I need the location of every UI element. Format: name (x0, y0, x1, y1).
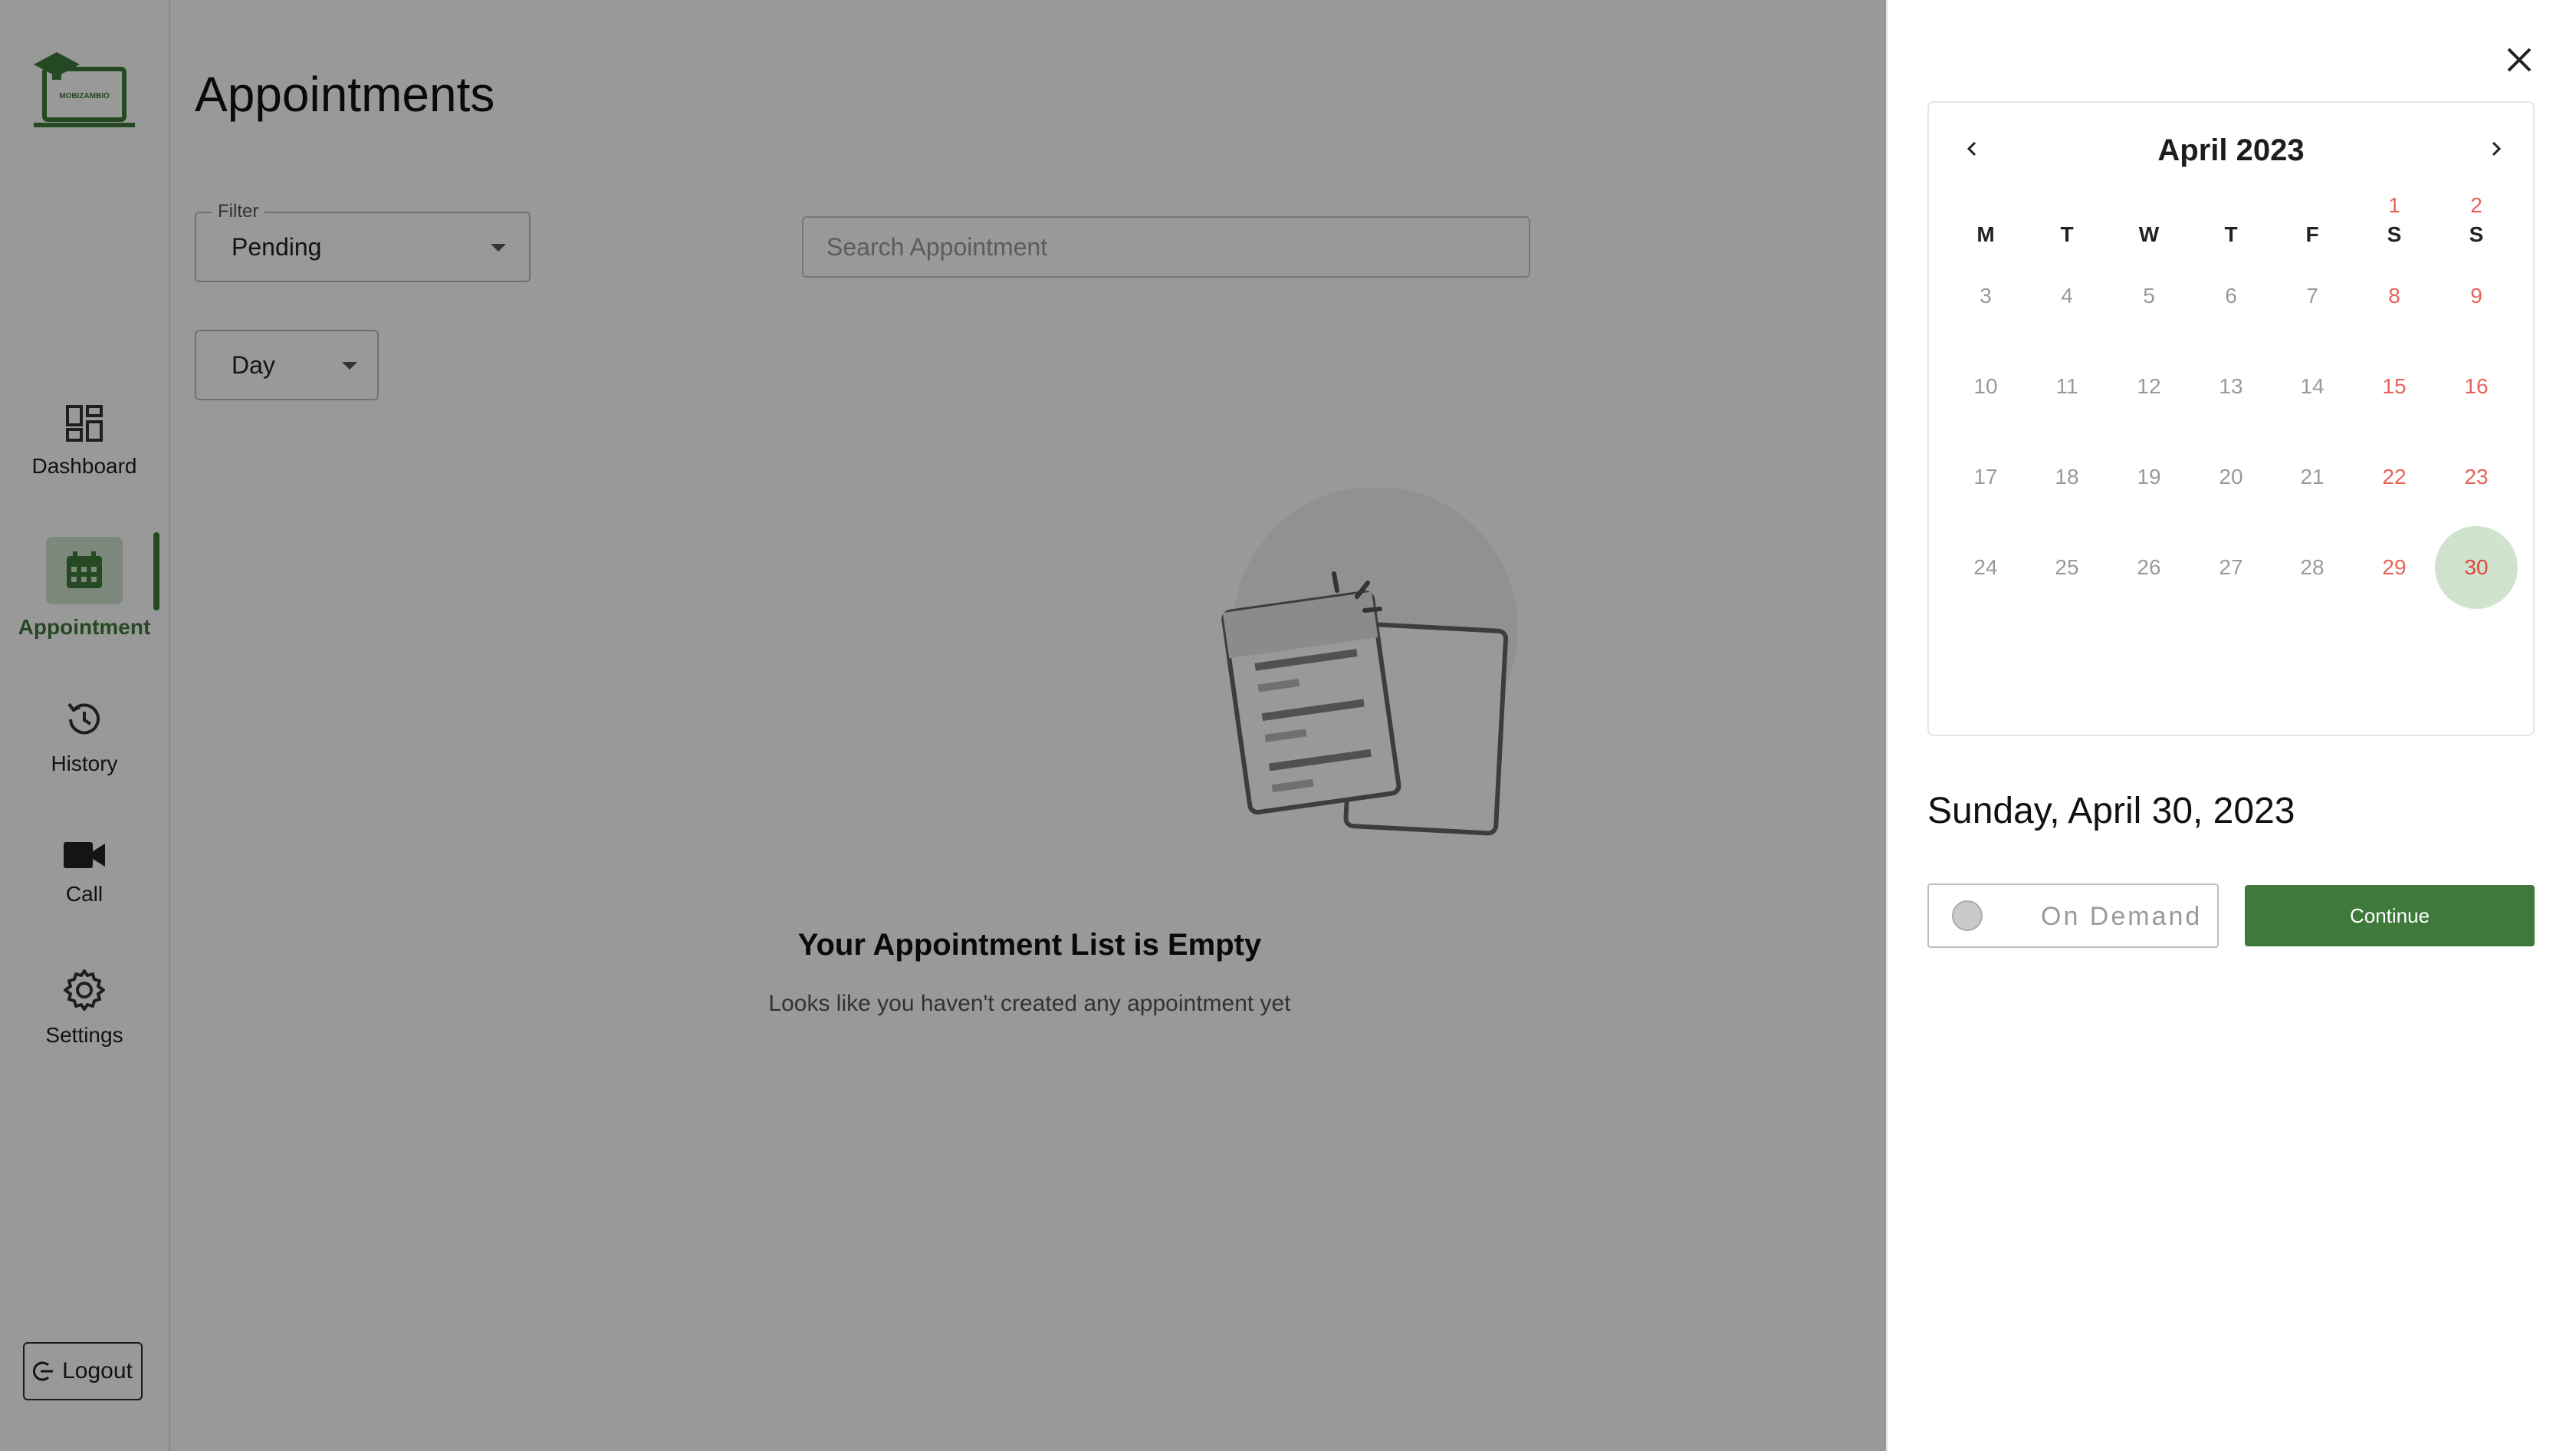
calendar-day[interactable]: 15 (2353, 345, 2436, 428)
calendar-day[interactable]: 25 (2026, 526, 2108, 609)
calendar-day[interactable]: 10 (1944, 345, 2027, 428)
close-button[interactable] (2498, 38, 2541, 81)
on-demand-toggle[interactable]: On Demand (1927, 883, 2219, 948)
app-root: MOBIZAMBIO Dashboard Appointment History… (0, 0, 2576, 1451)
calendar-day[interactable]: 27 (2190, 526, 2272, 609)
calendar-day[interactable]: 26 (2108, 526, 2190, 609)
close-icon (2507, 48, 2532, 72)
calendar-day[interactable]: 11 (2026, 345, 2108, 428)
calendar-day[interactable]: 16 (2435, 345, 2518, 428)
on-demand-label: On Demand (2041, 902, 2203, 931)
calendar-day[interactable]: 21 (2271, 436, 2354, 518)
calendar-day-selected[interactable]: 30 (2435, 526, 2518, 609)
calendar-day[interactable]: 5 (2108, 255, 2190, 337)
calendar-day[interactable]: 24 (1944, 526, 2027, 609)
date-picker-drawer: April 2023 M T W T F S S 1 2 3 4 5 6 7 8 9 10 11 12 13 14 15 1… (1886, 0, 2576, 1451)
calendar: April 2023 M T W T F S S 1 2 3 4 5 6 7 8 9 10 11 12 13 14 15 1… (1927, 101, 2535, 736)
calendar-day[interactable]: 17 (1944, 436, 2027, 518)
calendar-day[interactable]: 3 (1944, 255, 2027, 337)
calendar-day[interactable]: 6 (2190, 255, 2272, 337)
modal-backdrop[interactable] (0, 0, 1886, 1451)
weekday-header: W (2138, 222, 2160, 246)
calendar-day[interactable]: 18 (2026, 436, 2108, 518)
weekday-header: M (1976, 222, 1995, 246)
radio-icon (1952, 900, 1983, 931)
calendar-day[interactable]: 23 (2435, 436, 2518, 518)
calendar-month-label: April 2023 (2157, 133, 2305, 167)
calendar-day[interactable]: 29 (2353, 526, 2436, 609)
calendar-day[interactable]: 28 (2271, 526, 2354, 609)
calendar-day[interactable]: 20 (2190, 436, 2272, 518)
weekday-header: T (2060, 222, 2074, 246)
weekday-header: T (2224, 222, 2238, 246)
calendar-day[interactable]: 8 (2353, 255, 2436, 337)
calendar-day[interactable]: 12 (2108, 345, 2190, 428)
calendar-day[interactable]: 1 (2353, 164, 2436, 247)
continue-button[interactable]: Continue (2245, 885, 2535, 946)
chevron-right-icon (2492, 141, 2502, 156)
calendar-day[interactable]: 2 (2435, 164, 2518, 247)
calendar-day[interactable]: 4 (2026, 255, 2108, 337)
selected-date-label: Sunday, April 30, 2023 (1927, 791, 2295, 831)
calendar-day[interactable]: 19 (2108, 436, 2190, 518)
calendar-day[interactable]: 7 (2271, 255, 2354, 337)
weekday-header: F (2305, 222, 2319, 246)
calendar-day[interactable]: 14 (2271, 345, 2354, 428)
calendar-day[interactable]: 13 (2190, 345, 2272, 428)
calendar-day[interactable]: 9 (2435, 255, 2518, 337)
calendar-day[interactable]: 22 (2353, 436, 2436, 518)
